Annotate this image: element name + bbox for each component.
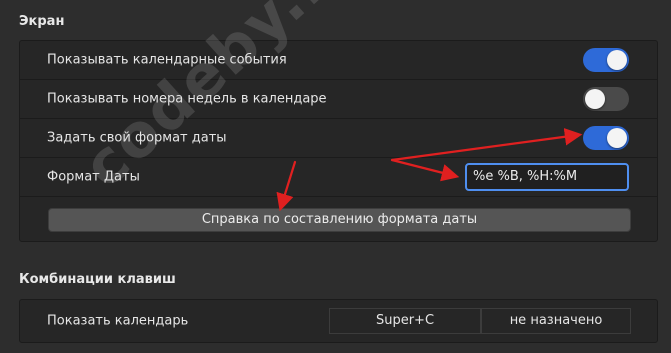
custom-date-format-label: Задать свой формат даты (47, 130, 227, 146)
switch-knob (585, 89, 605, 109)
custom-date-format-row: Задать свой формат даты (20, 119, 657, 158)
show-calendar-primary-shortcut[interactable]: Super+C (329, 308, 481, 334)
week-numbers-row: Показывать номера недель в календаре (20, 80, 657, 119)
week-numbers-label: Показывать номера недель в календаре (47, 91, 327, 107)
keybindings-panel: Показать календарь Super+C не назначено (19, 299, 658, 343)
date-format-label: Формат Даты (47, 169, 140, 185)
calendar-events-row: Показывать календарные события (20, 41, 657, 80)
screen-settings-panel: Показывать календарные события Показыват… (19, 40, 658, 242)
date-format-help-button[interactable]: Справка по составлению формата даты (48, 208, 631, 232)
switch-knob (607, 50, 627, 70)
section-title-screen: Экран (19, 14, 65, 29)
calendar-events-switch[interactable] (583, 48, 629, 72)
date-format-input[interactable]: %e %B, %H:%M (465, 163, 629, 191)
help-row: Справка по составлению формата даты (20, 197, 657, 243)
date-format-row: Формат Даты %e %B, %H:%M (20, 158, 657, 197)
switch-knob (607, 128, 627, 148)
show-calendar-secondary-shortcut[interactable]: не назначено (481, 308, 631, 334)
week-numbers-switch[interactable] (583, 87, 629, 111)
calendar-events-label: Показывать календарные события (47, 52, 287, 68)
show-calendar-label: Показать календарь (47, 313, 189, 329)
section-title-keys: Комбинации клавиш (19, 272, 176, 287)
custom-date-format-switch[interactable] (583, 126, 629, 150)
